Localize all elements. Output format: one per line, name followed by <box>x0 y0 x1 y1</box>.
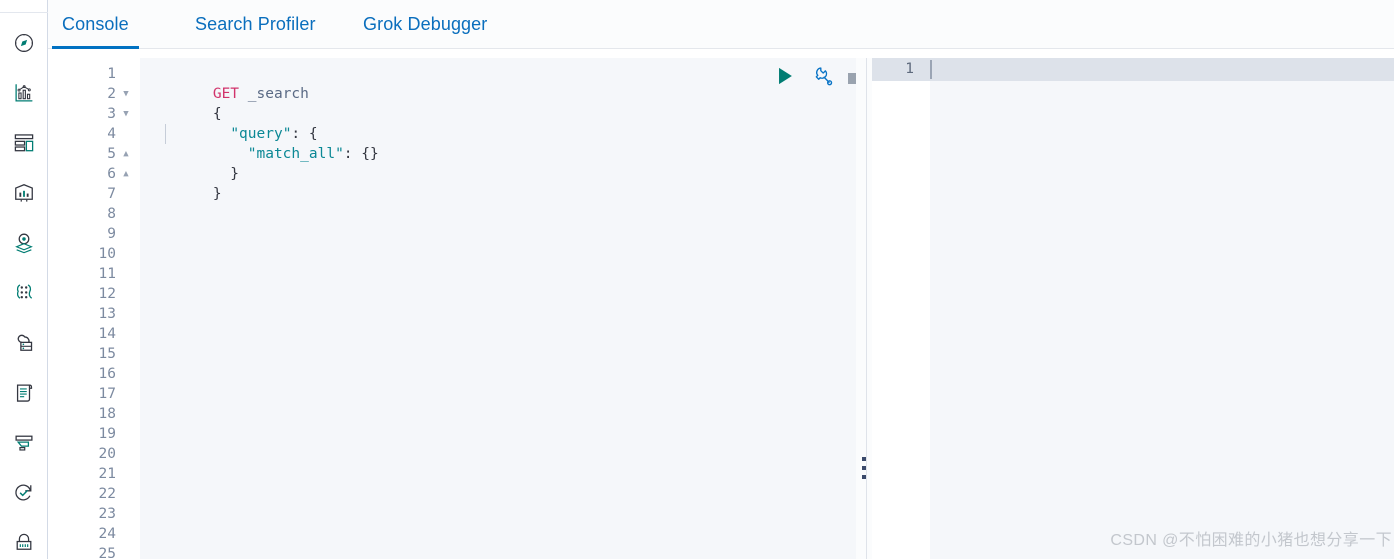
machine-learning-icon <box>13 282 35 304</box>
sidebar-divider <box>0 12 48 13</box>
response-output-pane[interactable]: 1 <box>872 58 1394 559</box>
editor-line-number: 4 <box>107 126 116 142</box>
editor-line-number: 15 <box>98 346 116 362</box>
fold-expand-icon[interactable]: ▲ <box>120 144 132 164</box>
presentation-icon <box>13 182 35 204</box>
tab-grok-debugger-label: Grok Debugger <box>363 14 488 34</box>
tab-console-label: Console <box>62 14 129 34</box>
editor-line-number: 25 <box>98 546 116 559</box>
compass-icon <box>13 32 35 54</box>
editor-line-number: 12 <box>98 286 116 302</box>
watermark-text: CSDN @不怕困难的小猪也想分享一下 <box>1110 532 1392 549</box>
code-line-5: } <box>143 144 239 182</box>
play-button[interactable] <box>770 62 800 94</box>
editor-code-area[interactable]: GET _search { "query": { "match_all": {}… <box>140 58 856 559</box>
request-editor-pane[interactable]: 1 2 ▼ 3 ▼ 4 5 ▲ 6 ▲ 7 8 9 10 11 12 13 14 15 16 17 18 19 20 21 22 2… <box>60 58 856 559</box>
sidebar-item-uptime[interactable] <box>0 476 47 510</box>
tab-console[interactable]: Console <box>52 0 139 49</box>
cloud-database-icon <box>13 332 35 354</box>
editor-line-number-gutter: 1 2 ▼ 3 ▼ 4 5 ▲ 6 ▲ 7 8 9 10 11 12 13 14 15 16 17 18 19 20 21 22 2… <box>60 58 140 559</box>
sidebar-item-discover[interactable] <box>0 26 47 60</box>
sidebar-item-security[interactable] <box>0 526 47 559</box>
editor-line-number: 8 <box>107 206 116 222</box>
output-text-cursor <box>930 60 932 79</box>
sidebar-item-visualize[interactable] <box>0 76 47 110</box>
editor-line-number: 14 <box>98 326 116 342</box>
fold-collapse-icon[interactable]: ▼ <box>120 84 132 104</box>
editor-line-number: 6 ▲ <box>60 164 140 184</box>
editor-line-number: 20 <box>98 446 116 462</box>
match-all-key-token: "match_all" <box>247 146 344 162</box>
code-line-2: { <box>143 84 222 122</box>
sidebar-item-apm[interactable] <box>0 426 47 460</box>
editor-line-number: 16 <box>98 366 116 382</box>
sidebar-item-dashboard[interactable] <box>0 126 47 160</box>
fold-expand-icon[interactable]: ▲ <box>120 164 132 184</box>
pane-resizer-line <box>866 58 867 559</box>
check-refresh-icon <box>13 482 35 504</box>
editor-line-number: 23 <box>98 506 116 522</box>
editor-line-number: 17 <box>98 386 116 402</box>
editor-line-number: 18 <box>98 406 116 422</box>
editor-line-number: 10 <box>98 246 116 262</box>
indent-guide <box>165 124 166 144</box>
output-line-number-gutter <box>872 58 930 559</box>
sidebar-item-maps[interactable] <box>0 226 47 260</box>
lock-icon <box>13 532 35 554</box>
tab-search-profiler[interactable]: Search Profiler <box>185 0 326 49</box>
editor-line-number: 22 <box>98 486 116 502</box>
code-line-6: } <box>143 164 222 202</box>
editor-line-number: 19 <box>98 426 116 442</box>
tab-grok-debugger[interactable]: Grok Debugger <box>353 0 497 49</box>
dev-tools-console-page: Console Search Profiler Grok Debugger 12… <box>0 0 1394 559</box>
output-line-number: 1 <box>905 61 914 77</box>
play-icon <box>774 65 796 92</box>
editor-line-number: 3 ▼ <box>60 104 140 124</box>
editor-line-number: 2 ▼ <box>60 84 140 104</box>
editor-line-number: 24 <box>98 526 116 542</box>
output-active-line-highlight <box>872 58 1394 81</box>
pane-resizer[interactable] <box>856 58 872 559</box>
wrench-button[interactable] <box>808 62 838 94</box>
drag-handle-icon[interactable] <box>862 457 867 480</box>
sidebar-nav-rail <box>0 0 48 559</box>
code-line-4: "match_all": {} <box>247 146 379 162</box>
sidebar-item-canvas[interactable] <box>0 176 47 210</box>
close-brace-outer-token: } <box>212 186 222 202</box>
request-path-token: _search <box>247 86 309 102</box>
code-line-1: GET _search <box>143 64 309 102</box>
sidebar-item-infrastructure[interactable] <box>0 326 47 360</box>
dev-tools-tab-bar: Console Search Profiler Grok Debugger <box>48 0 1394 49</box>
apm-trace-icon <box>13 432 35 454</box>
editor-line-number: 7 <box>107 186 116 202</box>
sidebar-item-machine-learning[interactable] <box>0 276 47 310</box>
bar-chart-icon <box>13 82 35 104</box>
fold-collapse-icon[interactable]: ▼ <box>120 104 132 124</box>
editor-line-number: 11 <box>98 266 116 282</box>
tab-search-profiler-label: Search Profiler <box>195 14 316 34</box>
map-pin-layers-icon <box>13 232 35 254</box>
dashboard-grid-icon <box>13 132 35 154</box>
editor-line-number: 13 <box>98 306 116 322</box>
editor-line-number: 1 <box>107 66 116 82</box>
editor-action-buttons <box>770 62 860 96</box>
code-line-3: "query": { <box>230 126 318 142</box>
scroll-document-icon <box>13 382 35 404</box>
editor-line-number: 21 <box>98 466 116 482</box>
wrench-icon <box>812 65 834 92</box>
sidebar-item-logs[interactable] <box>0 376 47 410</box>
editor-line-number: 9 <box>107 226 116 242</box>
editor-line-number: 5 ▲ <box>60 144 140 164</box>
